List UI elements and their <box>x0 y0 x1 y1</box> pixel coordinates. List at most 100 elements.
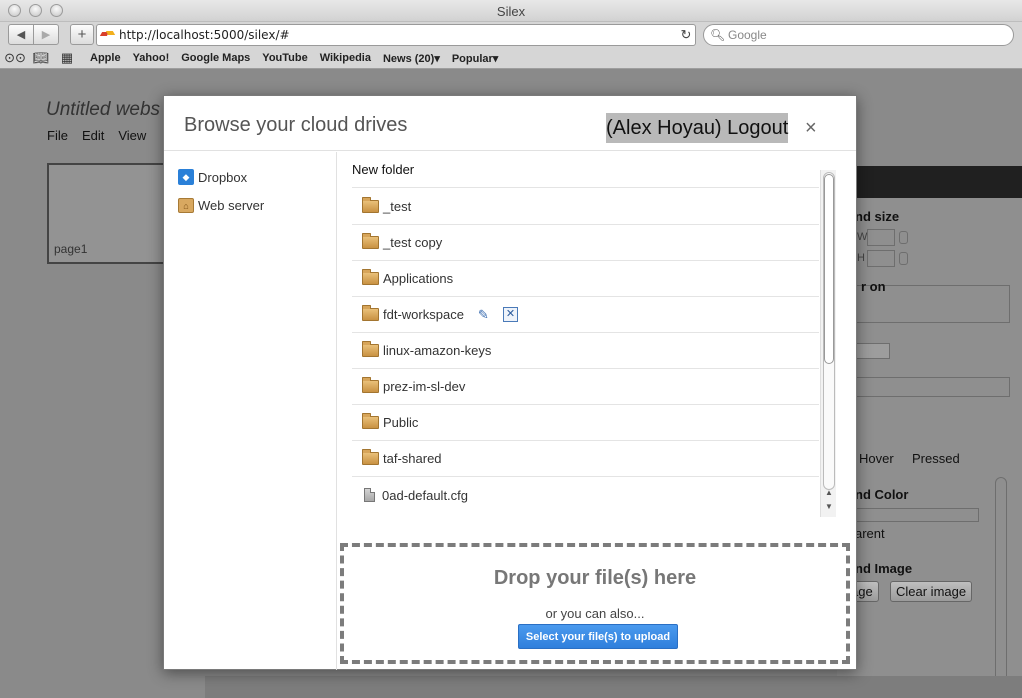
search-icon: 🔍︎ <box>710 28 726 42</box>
site-title: Untitled webs <box>46 99 161 120</box>
hover-tab[interactable]: Hover <box>859 451 894 466</box>
select-files-upload-button[interactable]: Select your file(s) to upload <box>518 624 678 649</box>
scroll-down-icon[interactable]: ▼ <box>824 502 834 511</box>
file-row[interactable]: Public <box>352 405 819 441</box>
width-input[interactable] <box>867 229 895 246</box>
cloud-explorer-dialog: Browse your cloud drives (Alex Hoyau) Lo… <box>163 95 857 670</box>
dropbox-icon: ◆ <box>178 169 194 185</box>
bg-size-label: nd size <box>855 209 900 224</box>
file-list-scrollbar[interactable]: ▲ ▼ <box>820 170 836 517</box>
file-row[interactable]: Applications <box>352 261 819 297</box>
bookmark-popular[interactable]: Popular▾ <box>452 52 498 65</box>
height-stepper[interactable] <box>899 252 908 265</box>
back-arrow-icon: ◀ <box>16 29 26 41</box>
file-name: _test <box>383 199 412 214</box>
pressed-tab[interactable]: Pressed <box>912 451 960 466</box>
window-title: Silex <box>496 4 526 19</box>
menu-view[interactable]: View <box>118 128 146 143</box>
page-thumbnail[interactable]: page1 <box>47 163 165 264</box>
bg-color-field[interactable] <box>837 508 979 522</box>
folder-icon <box>362 377 379 393</box>
clear-image-button[interactable]: Clear image <box>890 581 973 602</box>
panel-scrollbar[interactable] <box>995 477 1007 692</box>
folder-icon <box>362 233 379 249</box>
row-actions: ✎ ✕ <box>478 307 518 323</box>
panel-header <box>837 166 1022 198</box>
new-folder-button[interactable]: New folder <box>352 162 414 177</box>
document-icon <box>364 488 375 502</box>
upload-dropzone[interactable]: Drop your file(s) here or you can also..… <box>340 543 850 664</box>
top-sites-grid-icon[interactable]: ▦ <box>56 50 78 66</box>
editor-bottom-bar <box>205 676 1022 698</box>
file-row[interactable]: _test copy <box>352 225 819 261</box>
scroll-up-icon[interactable]: ▲ <box>824 488 834 497</box>
back-button[interactable]: ◀ <box>8 24 34 45</box>
search-placeholder: Google <box>728 28 767 42</box>
file-row[interactable]: linux-amazon-keys <box>352 333 819 369</box>
file-row[interactable]: 0ad-default.cfg <box>352 477 819 513</box>
rename-pencil-icon[interactable]: ✎ <box>478 307 496 323</box>
search-field[interactable]: 🔍︎ Google <box>703 24 1014 46</box>
menu-edit[interactable]: Edit <box>82 128 104 143</box>
url-text: http://localhost:5000/silex/# <box>119 28 290 42</box>
add-bookmark-button[interactable]: + <box>70 24 94 45</box>
panel-text-input[interactable] <box>837 377 1010 397</box>
width-stepper[interactable] <box>899 231 908 244</box>
bookmark-google-maps[interactable]: Google Maps <box>181 52 250 64</box>
scrollbar-thumb[interactable] <box>824 174 834 364</box>
height-label: H <box>857 252 865 264</box>
bookmark-yahoo[interactable]: Yahoo! <box>133 52 170 64</box>
window-titlebar: Silex <box>0 0 1022 22</box>
favicon-icon <box>101 30 115 40</box>
file-row[interactable]: fdt-workspace ✎ ✕ <box>352 297 819 333</box>
file-name: Public <box>383 415 419 430</box>
new-folder-row[interactable]: New folder <box>352 152 819 188</box>
file-name: taf-shared <box>383 451 442 466</box>
dialog-title: Browse your cloud drives <box>184 114 408 136</box>
folder-icon <box>362 269 379 285</box>
file-list: New folder _test _test copy Applications… <box>338 152 838 522</box>
address-bar[interactable]: http://localhost:5000/silex/# ↻ <box>96 24 696 46</box>
service-dropbox[interactable]: ◆ Dropbox <box>178 169 247 185</box>
browser-toolbar: ◀ ▶ + http://localhost:5000/silex/# ↻ 🔍︎… <box>0 22 1022 48</box>
web-server-icon: ⌂ <box>178 198 194 213</box>
dropzone-title: Drop your file(s) here <box>493 567 697 589</box>
service-web-server[interactable]: ⌂ Web server <box>178 198 264 213</box>
folder-icon <box>362 341 379 357</box>
file-row[interactable]: _test <box>352 189 819 225</box>
bookmark-apple[interactable]: Apple <box>90 52 121 64</box>
bookmarks-bar: ⊙⊙ 📖︎ ▦ Apple Yahoo! Google Maps YouTube… <box>0 48 1022 69</box>
folder-icon <box>362 449 379 465</box>
bookmark-wikipedia[interactable]: Wikipedia <box>320 52 371 64</box>
service-dropbox-label: Dropbox <box>198 169 248 185</box>
delete-x-icon[interactable]: ✕ <box>502 307 518 322</box>
folder-icon <box>362 197 379 213</box>
bookmark-news[interactable]: News (20)▾ <box>383 52 440 65</box>
file-row[interactable]: prez-im-sl-dev <box>352 369 819 405</box>
services-sidebar: ◆ Dropbox ⌂ Web server <box>164 152 337 670</box>
forward-button[interactable]: ▶ <box>33 24 59 45</box>
forward-arrow-icon: ▶ <box>41 29 51 41</box>
app-menu: File Edit View <box>47 128 146 143</box>
bg-color-label: nd Color <box>855 487 909 502</box>
service-web-server-label: Web server <box>198 198 265 213</box>
plus-icon: + <box>77 26 87 43</box>
logout-button[interactable]: (Alex Hoyau) Logout <box>606 113 789 143</box>
reload-icon[interactable]: ↻ <box>677 27 695 43</box>
r-on-label: r on <box>861 279 886 294</box>
height-input[interactable] <box>867 250 895 267</box>
menu-file[interactable]: File <box>47 128 68 143</box>
folder-icon <box>362 305 379 321</box>
bookmark-youtube[interactable]: YouTube <box>262 52 307 64</box>
file-name: prez-im-sl-dev <box>383 379 466 394</box>
file-name: _test copy <box>383 235 443 250</box>
reading-list-icon[interactable]: ⊙⊙ <box>4 50 26 66</box>
close-dialog-button[interactable]: × <box>805 118 817 138</box>
bookmarks-book-icon[interactable]: 📖︎ <box>30 50 52 66</box>
width-label: W <box>857 231 868 243</box>
file-row[interactable]: taf-shared <box>352 441 819 477</box>
file-name: fdt-workspace <box>383 307 464 322</box>
properties-panel: nd size W H r on Hover Pressed nd Color … <box>837 166 1022 692</box>
page-label: page1 <box>54 242 88 256</box>
transparent-label: arent <box>855 526 885 541</box>
